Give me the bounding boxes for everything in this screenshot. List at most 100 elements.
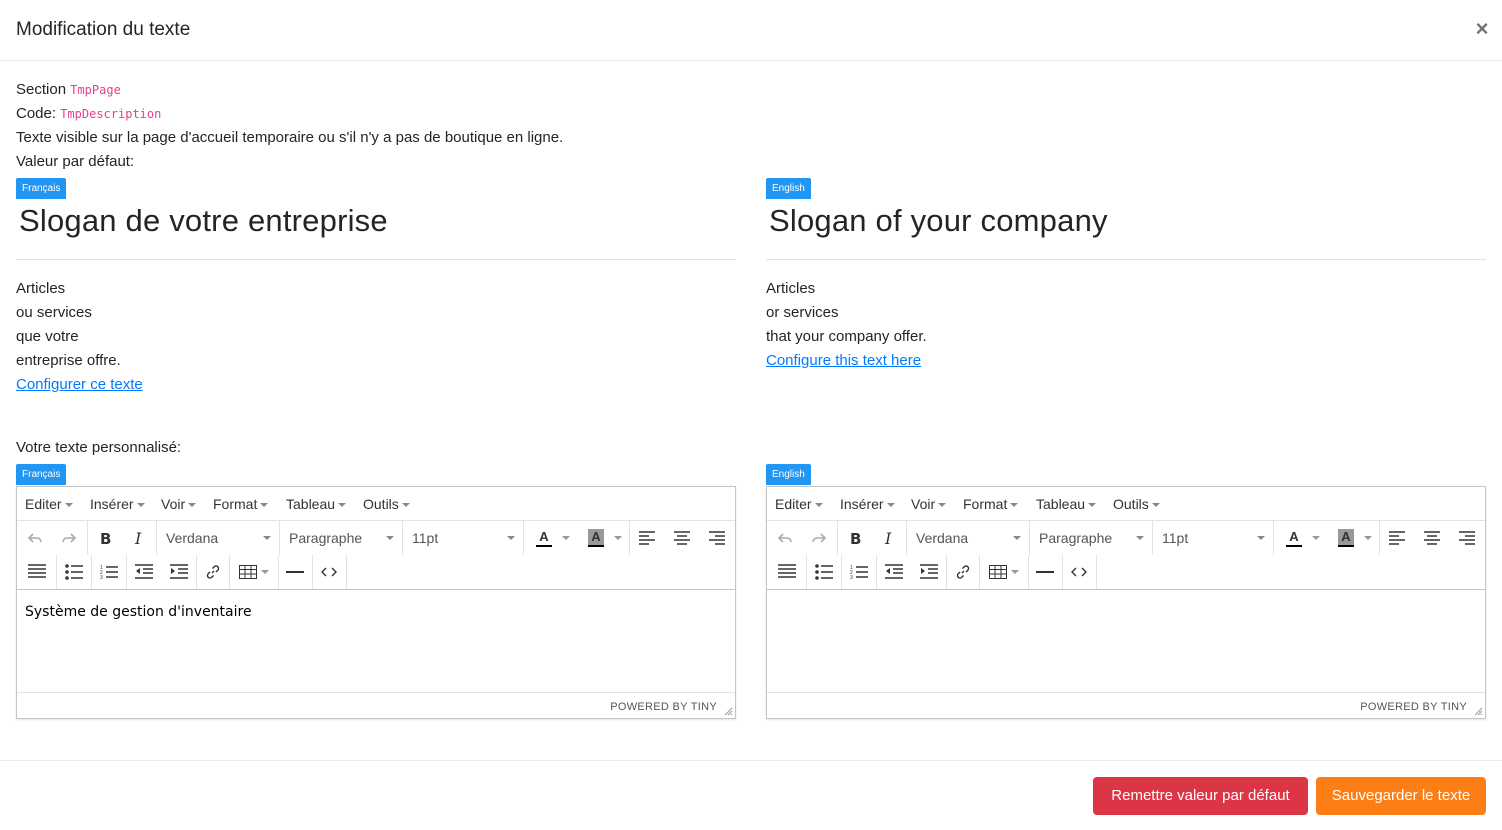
svg-text:B: B	[850, 530, 861, 546]
align-right-button[interactable]	[700, 521, 734, 555]
outdent-button[interactable]	[127, 555, 161, 589]
menu-4[interactable]: Tableau	[1036, 496, 1097, 512]
link-button[interactable]	[197, 555, 229, 589]
bullet-list-button[interactable]	[807, 555, 841, 589]
numbered-list-button[interactable]: 123	[92, 555, 126, 589]
save-text-button[interactable]: Sauvegarder le texte	[1316, 777, 1486, 815]
editor-content-area[interactable]: Système de gestion d'inventaire	[17, 590, 735, 692]
italic-icon: I	[881, 530, 897, 546]
align-center-button[interactable]	[665, 521, 699, 555]
editor-statusbar: POWERED BY TINY	[767, 692, 1485, 718]
menu-4[interactable]: Tableau	[286, 496, 347, 512]
table-button[interactable]	[980, 555, 1026, 589]
menu-2[interactable]: Voir	[161, 496, 197, 512]
menu-0[interactable]: Editer	[775, 496, 823, 512]
bullet-list-button[interactable]	[57, 555, 91, 589]
numbered-list-button[interactable]: 123	[842, 555, 876, 589]
resize-handle-icon[interactable]	[724, 707, 733, 716]
powered-by-link[interactable]: POWERED BY TINY	[610, 701, 717, 713]
source-code-button[interactable]	[313, 555, 345, 589]
font-size-select[interactable]: 11pt	[403, 521, 523, 555]
menu-5[interactable]: Outils	[1113, 496, 1160, 512]
align-left-button[interactable]	[630, 521, 664, 555]
block-format-select[interactable]: Paragraphe	[1030, 521, 1152, 555]
horizontal-rule-button[interactable]	[279, 555, 311, 589]
configure-link[interactable]: Configure this text here	[766, 352, 921, 369]
close-button[interactable]: ×	[1472, 16, 1492, 42]
section-value: TmpPage	[70, 83, 121, 97]
bold-icon: B	[97, 530, 113, 546]
link-icon	[955, 564, 971, 580]
menu-5[interactable]: Outils	[363, 496, 410, 512]
align-right-button[interactable]	[1450, 521, 1484, 555]
menu-3[interactable]: Format	[963, 496, 1019, 512]
editor-content-area[interactable]	[767, 590, 1485, 692]
background-color-icon: A	[1338, 529, 1354, 547]
redo-button[interactable]	[803, 521, 835, 555]
menu-1[interactable]: Insérer	[90, 496, 145, 512]
preview-line: or services	[766, 304, 839, 321]
align-left-button[interactable]	[1380, 521, 1414, 555]
menu-3[interactable]: Format	[213, 496, 269, 512]
undo-button[interactable]	[769, 521, 801, 555]
align-left-icon	[639, 531, 655, 545]
preview-line: that your company offer.	[766, 328, 927, 345]
menu-1[interactable]: Insérer	[840, 496, 895, 512]
section-line: Section TmpPage	[16, 81, 121, 98]
font-size-select[interactable]: 11pt	[1153, 521, 1273, 555]
align-justify-button[interactable]	[19, 555, 55, 589]
italic-icon: I	[131, 530, 147, 546]
code-value: TmpDescription	[60, 107, 162, 121]
table-button[interactable]	[230, 555, 276, 589]
resize-handle-icon[interactable]	[1474, 707, 1483, 716]
undo-button[interactable]	[19, 521, 51, 555]
lang-badge-fr: Français	[16, 178, 67, 199]
font-family-select[interactable]: Verdana	[157, 521, 279, 555]
bullet-list-icon	[65, 564, 83, 580]
outdent-button[interactable]	[877, 555, 911, 589]
svg-text:3: 3	[100, 575, 103, 580]
rich-text-editor-en: Editer Insérer Voir Format Tableau Outils B I Ve…	[766, 486, 1486, 719]
align-justify-button[interactable]	[769, 555, 805, 589]
menu-2[interactable]: Voir	[911, 496, 947, 512]
description-text: Texte visible sur la page d'accueil temp…	[16, 129, 564, 146]
italic-button[interactable]: I	[123, 521, 155, 555]
outdent-icon	[135, 564, 153, 580]
bold-button[interactable]: B	[839, 521, 871, 555]
background-color-button[interactable]: A	[1328, 521, 1378, 555]
undo-icon	[27, 530, 43, 546]
redo-button[interactable]	[53, 521, 85, 555]
indent-button[interactable]	[912, 555, 946, 589]
configure-link[interactable]: Configurer ce texte	[16, 376, 143, 393]
source-code-button[interactable]	[1063, 555, 1095, 589]
reset-default-button[interactable]: Remettre valeur par défaut	[1093, 777, 1308, 815]
source-code-icon	[321, 566, 337, 578]
text-color-button[interactable]: A	[526, 521, 576, 555]
editor-menubar: Editer Insérer Voir Format Tableau Outils	[17, 487, 735, 521]
text-color-icon: A	[536, 529, 552, 547]
link-button[interactable]	[947, 555, 979, 589]
modal-footer-divider	[0, 760, 1502, 761]
horizontal-rule-icon	[286, 570, 304, 574]
background-color-button[interactable]: A	[578, 521, 628, 555]
preview-line: ou services	[16, 304, 92, 321]
lang-badge-en: English	[766, 178, 811, 199]
bullet-list-icon	[815, 564, 833, 580]
italic-button[interactable]: I	[873, 521, 905, 555]
font-family-select[interactable]: Verdana	[907, 521, 1029, 555]
editor-statusbar: POWERED BY TINY	[17, 692, 735, 718]
align-center-button[interactable]	[1415, 521, 1449, 555]
modal-header: Modification du texte ×	[0, 0, 1502, 61]
block-format-select[interactable]: Paragraphe	[280, 521, 402, 555]
outdent-icon	[885, 564, 903, 580]
indent-button[interactable]	[162, 555, 196, 589]
menu-0[interactable]: Editer	[25, 496, 73, 512]
powered-by-link[interactable]: POWERED BY TINY	[1360, 701, 1467, 713]
default-value-label: Valeur par défaut:	[16, 153, 135, 170]
align-center-icon	[674, 531, 690, 545]
text-color-button[interactable]: A	[1276, 521, 1326, 555]
horizontal-rule-button[interactable]	[1029, 555, 1061, 589]
link-icon	[205, 564, 221, 580]
align-right-icon	[709, 531, 725, 545]
bold-button[interactable]: B	[89, 521, 121, 555]
